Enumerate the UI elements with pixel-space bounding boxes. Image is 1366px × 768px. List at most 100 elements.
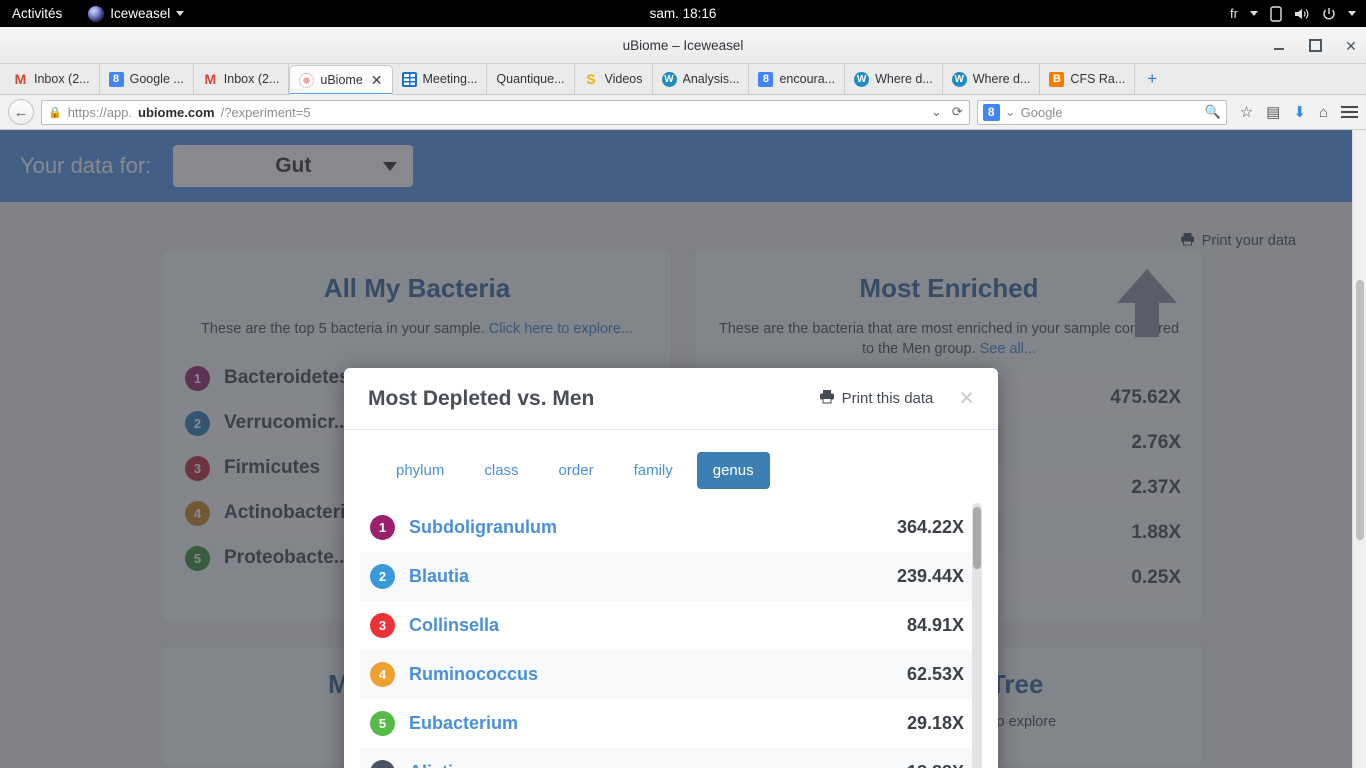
tab-genus[interactable]: genus [697, 452, 770, 489]
browser-tab[interactable]: B CFS Ra... [1040, 64, 1135, 94]
browser-tab[interactable]: Meeting... [393, 64, 488, 94]
genus-name[interactable]: Blautia [409, 566, 469, 587]
tab-phylum[interactable]: phylum [380, 452, 460, 489]
bookmark-star-icon[interactable]: ☆ [1240, 103, 1253, 121]
tab-family[interactable]: family [618, 452, 689, 489]
downloads-icon[interactable]: ⬇ [1293, 103, 1306, 121]
tab-label: Meeting... [423, 72, 478, 86]
table-row[interactable]: 4 Ruminococcus 62.53X [360, 650, 982, 699]
table-row[interactable]: 5 Eubacterium 29.18X [360, 699, 982, 748]
page-scrollbar-thumb[interactable] [1356, 280, 1364, 540]
close-window-button[interactable]: ✕ [1344, 39, 1358, 53]
modal-scrollbar[interactable] [972, 503, 982, 768]
tab-label: Analysis... [683, 72, 740, 86]
maximize-button[interactable] [1308, 39, 1322, 53]
spreadsheet-icon [402, 72, 417, 87]
browser-tab[interactable]: M Inbox (2... [194, 64, 290, 94]
modal-title: Most Depleted vs. Men [368, 387, 594, 411]
browser-tab-active[interactable]: uBiome ✕ [289, 65, 392, 95]
genus-value: 62.53X [907, 664, 964, 685]
gmail-icon: M [203, 72, 218, 87]
genus-name[interactable]: Collinsella [409, 615, 499, 636]
browser-tab[interactable]: 8 encoura... [749, 64, 845, 94]
videos-icon: S [584, 72, 599, 87]
lock-icon: 🔒 [48, 106, 62, 119]
tab-label: Inbox (2... [34, 72, 90, 86]
url-prefix: https://app. [68, 105, 132, 120]
printer-icon [819, 389, 835, 408]
genus-name[interactable]: Subdoligranulum [409, 517, 557, 538]
blogger-icon: B [1049, 72, 1064, 87]
menu-icon[interactable] [1341, 103, 1358, 121]
browser-tab[interactable]: 8 Google ... [100, 64, 194, 94]
table-row[interactable]: 1 Subdoligranulum 364.22X [360, 503, 982, 552]
browser-tab[interactable]: W Analysis... [653, 64, 750, 94]
depleted-list: 1 Subdoligranulum 364.22X 2 Blautia 239.… [360, 503, 982, 768]
browser-tab[interactable]: W Where d... [943, 64, 1041, 94]
genus-value: 239.44X [897, 566, 964, 587]
browser-tab[interactable]: S Videos [575, 64, 653, 94]
search-bar[interactable]: 8 ⌄ Google 🔍 [977, 100, 1227, 125]
rank-badge: 3 [370, 613, 395, 638]
tab-label: Inbox (2... [224, 72, 280, 86]
gnome-top-bar: Activités Iceweasel sam. 18:16 fr [0, 0, 1366, 27]
modal-scrollbar-thumb[interactable] [973, 507, 981, 569]
url-bar[interactable]: 🔒 https://app.ubiome.com/?experiment=5 ⌄… [41, 100, 970, 125]
tab-label: Where d... [973, 72, 1031, 86]
tab-close-icon[interactable]: ✕ [371, 73, 383, 87]
system-status-area[interactable]: fr [1230, 6, 1356, 22]
search-icon[interactable]: 🔍 [1205, 104, 1221, 120]
navigation-toolbar: ← 🔒 https://app.ubiome.com/?experiment=5… [0, 95, 1366, 130]
browser-window: uBiome – Iceweasel ✕ M Inbox (2... 8 Goo… [0, 27, 1366, 768]
tab-label: CFS Ra... [1070, 72, 1125, 86]
google-icon: 8 [758, 72, 773, 87]
table-row[interactable]: 3 Collinsella 84.91X [360, 601, 982, 650]
window-title: uBiome – Iceweasel [623, 38, 744, 53]
page-viewport: Your data for: Gut Print your data All M… [0, 130, 1366, 768]
rank-badge: 5 [370, 711, 395, 736]
genus-value: 18.88X [907, 762, 964, 768]
page-scrollbar[interactable] [1352, 130, 1366, 768]
volume-icon [1294, 7, 1310, 21]
chevron-down-icon[interactable]: ⌄ [931, 104, 942, 120]
chevron-down-icon[interactable]: ⌄ [1005, 104, 1016, 120]
most-depleted-modal: Most Depleted vs. Men Print this data × … [344, 368, 998, 768]
tab-class[interactable]: class [468, 452, 534, 489]
chevron-down-icon [1250, 11, 1258, 16]
new-tab-button[interactable]: + [1135, 64, 1169, 94]
wordpress-icon: W [952, 72, 967, 87]
home-icon[interactable]: ⌂ [1319, 104, 1328, 121]
chevron-down-icon [1348, 11, 1356, 16]
table-row[interactable]: 2 Blautia 239.44X [360, 552, 982, 601]
window-controls: ✕ [1272, 27, 1358, 64]
tab-label: Videos [605, 72, 643, 86]
close-icon[interactable]: × [959, 386, 974, 411]
table-row[interactable]: 6 Alistipes 18.88X [360, 748, 982, 768]
browser-tab[interactable]: Quantique... [487, 64, 574, 94]
search-input[interactable]: Google [1021, 105, 1063, 120]
wordpress-icon: W [854, 72, 869, 87]
google-icon: 8 [983, 104, 1000, 121]
device-icon [1270, 6, 1282, 22]
print-this-data-link[interactable]: Print this data [819, 389, 934, 408]
reader-icon[interactable]: ▤ [1266, 103, 1280, 121]
rank-badge: 6 [370, 760, 395, 768]
tab-label: Where d... [875, 72, 933, 86]
genus-name[interactable]: Eubacterium [409, 713, 518, 734]
genus-name[interactable]: Ruminococcus [409, 664, 538, 685]
tab-label: Quantique... [496, 72, 564, 86]
browser-tab[interactable]: M Inbox (2... [4, 64, 100, 94]
system-clock[interactable]: sam. 18:16 [0, 6, 1366, 21]
url-suffix: /?experiment=5 [221, 105, 311, 120]
reload-icon[interactable]: ⟳ [952, 104, 963, 120]
minimize-button[interactable] [1272, 39, 1286, 53]
tab-label: encoura... [779, 72, 835, 86]
print-this-data-label: Print this data [842, 390, 934, 407]
tab-strip: M Inbox (2... 8 Google ... M Inbox (2...… [0, 64, 1366, 95]
browser-tab[interactable]: W Where d... [845, 64, 943, 94]
back-button[interactable]: ← [8, 99, 34, 125]
window-titlebar: uBiome – Iceweasel ✕ [0, 27, 1366, 64]
rank-badge: 2 [370, 564, 395, 589]
tab-order[interactable]: order [543, 452, 610, 489]
genus-name[interactable]: Alistipes [409, 762, 484, 768]
